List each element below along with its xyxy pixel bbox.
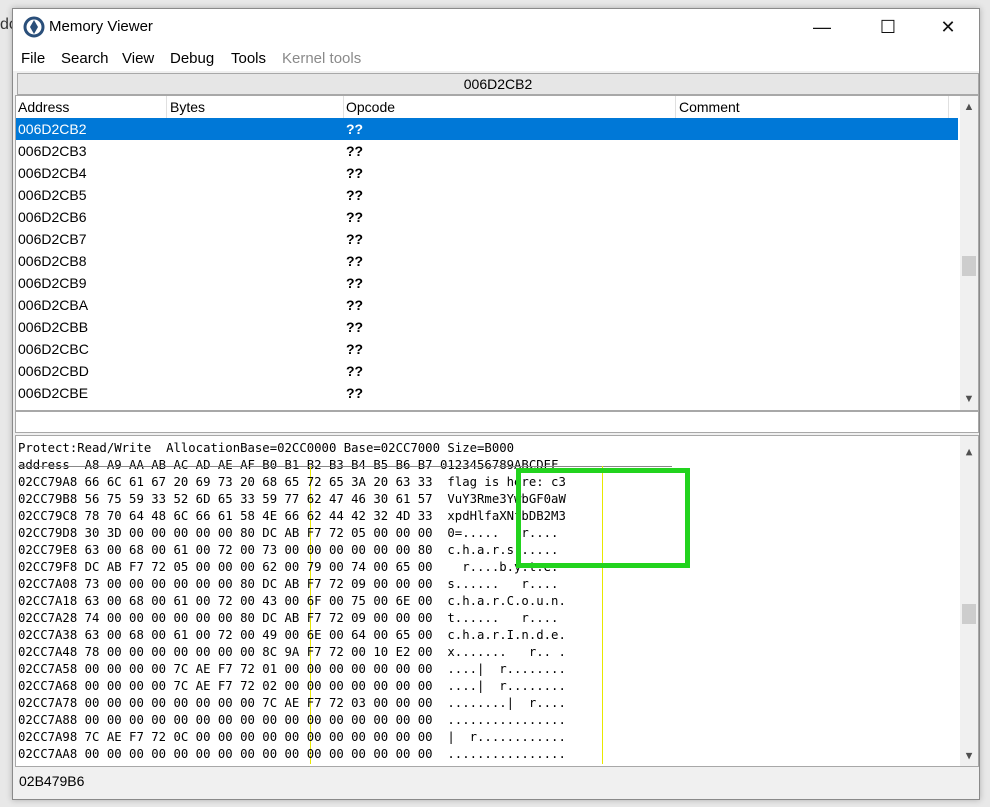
disasm-row[interactable]: 006D2CB3??	[16, 140, 958, 162]
disasm-address: 006D2CB5	[18, 187, 87, 203]
hex-header-divider	[18, 466, 672, 467]
disasm-opcode: ??	[346, 341, 364, 357]
disasm-row[interactable]: 006D2CB9??	[16, 272, 958, 294]
close-button[interactable]: ✕	[925, 9, 971, 45]
col-bytes[interactable]: Bytes	[170, 99, 205, 115]
disasm-row[interactable]: 006D2CB2??	[16, 118, 958, 140]
disasm-opcode: ??	[346, 231, 364, 247]
scroll-thumb[interactable]	[962, 256, 976, 276]
disasm-row[interactable]: 006D2CBC??	[16, 338, 958, 360]
hex-scrollbar[interactable]: ▲ ▼	[960, 436, 978, 766]
command-input[interactable]	[15, 411, 979, 433]
scroll-down-icon[interactable]: ▼	[960, 746, 978, 764]
disasm-row[interactable]: 006D2CBA??	[16, 294, 958, 316]
disasm-opcode: ??	[346, 143, 364, 159]
disasm-opcode: ??	[346, 121, 364, 137]
disasm-address: 006D2CB3	[18, 143, 87, 159]
hex-row[interactable]: 02CC79B8 56 75 59 33 52 6D 65 33 59 77 6…	[18, 491, 566, 508]
hex-row[interactable]: 02CC79C8 78 70 64 48 6C 66 61 58 4E 66 6…	[18, 508, 566, 525]
disasm-address: 006D2CB9	[18, 275, 87, 291]
hex-view[interactable]: Protect:Read/Write AllocationBase=02CC00…	[15, 435, 979, 767]
scroll-thumb[interactable]	[962, 604, 976, 624]
col-divider[interactable]	[675, 96, 676, 118]
cheat-engine-icon	[23, 16, 45, 38]
disasm-row[interactable]: 006D2CB6??	[16, 206, 958, 228]
menu-debug[interactable]: Debug	[170, 50, 214, 67]
hex-row[interactable]: 02CC79E8 63 00 68 00 61 00 72 00 73 00 0…	[18, 542, 558, 559]
disassembler-scrollbar[interactable]: ▲ ▼	[960, 96, 978, 410]
hex-row[interactable]: 02CC7A18 63 00 68 00 61 00 72 00 43 00 6…	[18, 593, 566, 610]
disasm-row[interactable]: 006D2CB8??	[16, 250, 958, 272]
disasm-address: 006D2CB6	[18, 209, 87, 225]
menu-search[interactable]: Search	[61, 50, 109, 67]
flag-highlight-box	[516, 468, 690, 568]
hex-row[interactable]: 02CC7A58 00 00 00 00 7C AE F7 72 01 00 0…	[18, 661, 566, 678]
hex-row[interactable]: 02CC79D8 30 3D 00 00 00 00 00 80 DC AB F…	[18, 525, 558, 542]
disasm-address: 006D2CB4	[18, 165, 87, 181]
col-divider[interactable]	[948, 96, 949, 118]
current-address-bar[interactable]: 006D2CB2	[17, 73, 979, 95]
status-bar: 02B479B6	[15, 769, 977, 795]
disasm-address: 006D2CBB	[18, 319, 89, 335]
background-window-text: do	[0, 16, 12, 33]
disasm-row[interactable]: 006D2CBB??	[16, 316, 958, 338]
scroll-up-icon[interactable]: ▲	[960, 98, 978, 116]
hex-row[interactable]: 02CC7A68 00 00 00 00 7C AE F7 72 02 00 0…	[18, 678, 566, 695]
disasm-address: 006D2CB8	[18, 253, 87, 269]
disasm-opcode: ??	[346, 297, 364, 313]
disasm-row[interactable]: 006D2CBE??	[16, 382, 958, 404]
title-bar[interactable]: Memory Viewer — ☐ ✕	[13, 9, 979, 45]
disassembler-header: Address Bytes Opcode Comment	[16, 96, 958, 119]
hex-row[interactable]: 02CC79A8 66 6C 61 67 20 69 73 20 68 65 7…	[18, 474, 566, 491]
disasm-row[interactable]: 006D2CB4??	[16, 162, 958, 184]
disasm-opcode: ??	[346, 275, 364, 291]
col-address[interactable]: Address	[18, 99, 69, 115]
disasm-address: 006D2CBE	[18, 385, 89, 401]
col-opcode[interactable]: Opcode	[346, 99, 395, 115]
menu-view[interactable]: View	[122, 50, 154, 67]
hex-row[interactable]: 02CC7A08 73 00 00 00 00 00 00 80 DC AB F…	[18, 576, 558, 593]
scroll-up-icon[interactable]: ▲	[960, 442, 978, 460]
hex-row[interactable]: 02CC7A28 74 00 00 00 00 00 00 80 DC AB F…	[18, 610, 558, 627]
disasm-address: 006D2CBD	[18, 363, 89, 379]
region-info: Protect:Read/Write AllocationBase=02CC00…	[18, 441, 515, 455]
menu-kernel-tools: Kernel tools	[282, 50, 362, 67]
disasm-address: 006D2CB7	[18, 231, 87, 247]
hex-row[interactable]: 02CC7A38 63 00 68 00 61 00 72 00 49 00 6…	[18, 627, 566, 644]
disasm-opcode: ??	[346, 253, 364, 269]
scroll-down-icon[interactable]: ▼	[960, 390, 978, 408]
disasm-row[interactable]: 006D2CB7??	[16, 228, 958, 250]
disasm-opcode: ??	[346, 385, 364, 401]
hex-row[interactable]: 02CC79F8 DC AB F7 72 05 00 00 00 62 00 7…	[18, 559, 558, 576]
disasm-opcode: ??	[346, 363, 364, 379]
disasm-opcode: ??	[346, 319, 364, 335]
window-title: Memory Viewer	[49, 18, 153, 35]
hex-row[interactable]: 02CC7A88 00 00 00 00 00 00 00 00 00 00 0…	[18, 712, 566, 729]
col-divider[interactable]	[166, 96, 167, 118]
hex-row[interactable]: 02CC7A98 7C AE F7 72 0C 00 00 00 00 00 0…	[18, 729, 566, 746]
col-comment[interactable]: Comment	[679, 99, 740, 115]
hex-row[interactable]: 02CC7A48 78 00 00 00 00 00 00 00 8C 9A F…	[18, 644, 566, 661]
memory-viewer-window: Memory Viewer — ☐ ✕ File Search View Deb…	[12, 8, 980, 800]
hex-row[interactable]: 02CC7A78 00 00 00 00 00 00 00 00 7C AE F…	[18, 695, 566, 712]
disasm-row[interactable]: 006D2CB5??	[16, 184, 958, 206]
menu-tools[interactable]: Tools	[231, 50, 266, 67]
menu-file[interactable]: File	[21, 50, 45, 67]
disasm-address: 006D2CBC	[18, 341, 89, 357]
disasm-row[interactable]: 006D2CBD??	[16, 360, 958, 382]
menu-bar: File Search View Debug Tools Kernel tool…	[13, 45, 979, 71]
disasm-address: 006D2CBA	[18, 297, 89, 313]
disassembler-view[interactable]: Address Bytes Opcode Comment 006D2CB2?? 0…	[15, 95, 979, 411]
disasm-opcode: ??	[346, 187, 364, 203]
minimize-button[interactable]: —	[799, 9, 845, 45]
disasm-opcode: ??	[346, 209, 364, 225]
status-address: 02B479B6	[19, 773, 85, 789]
disasm-opcode: ??	[346, 165, 364, 181]
col-divider[interactable]	[343, 96, 344, 118]
hex-row[interactable]: 02CC7AA8 00 00 00 00 00 00 00 00 00 00 0…	[18, 746, 566, 763]
maximize-button[interactable]: ☐	[865, 9, 911, 45]
disasm-address: 006D2CB2	[18, 121, 87, 137]
